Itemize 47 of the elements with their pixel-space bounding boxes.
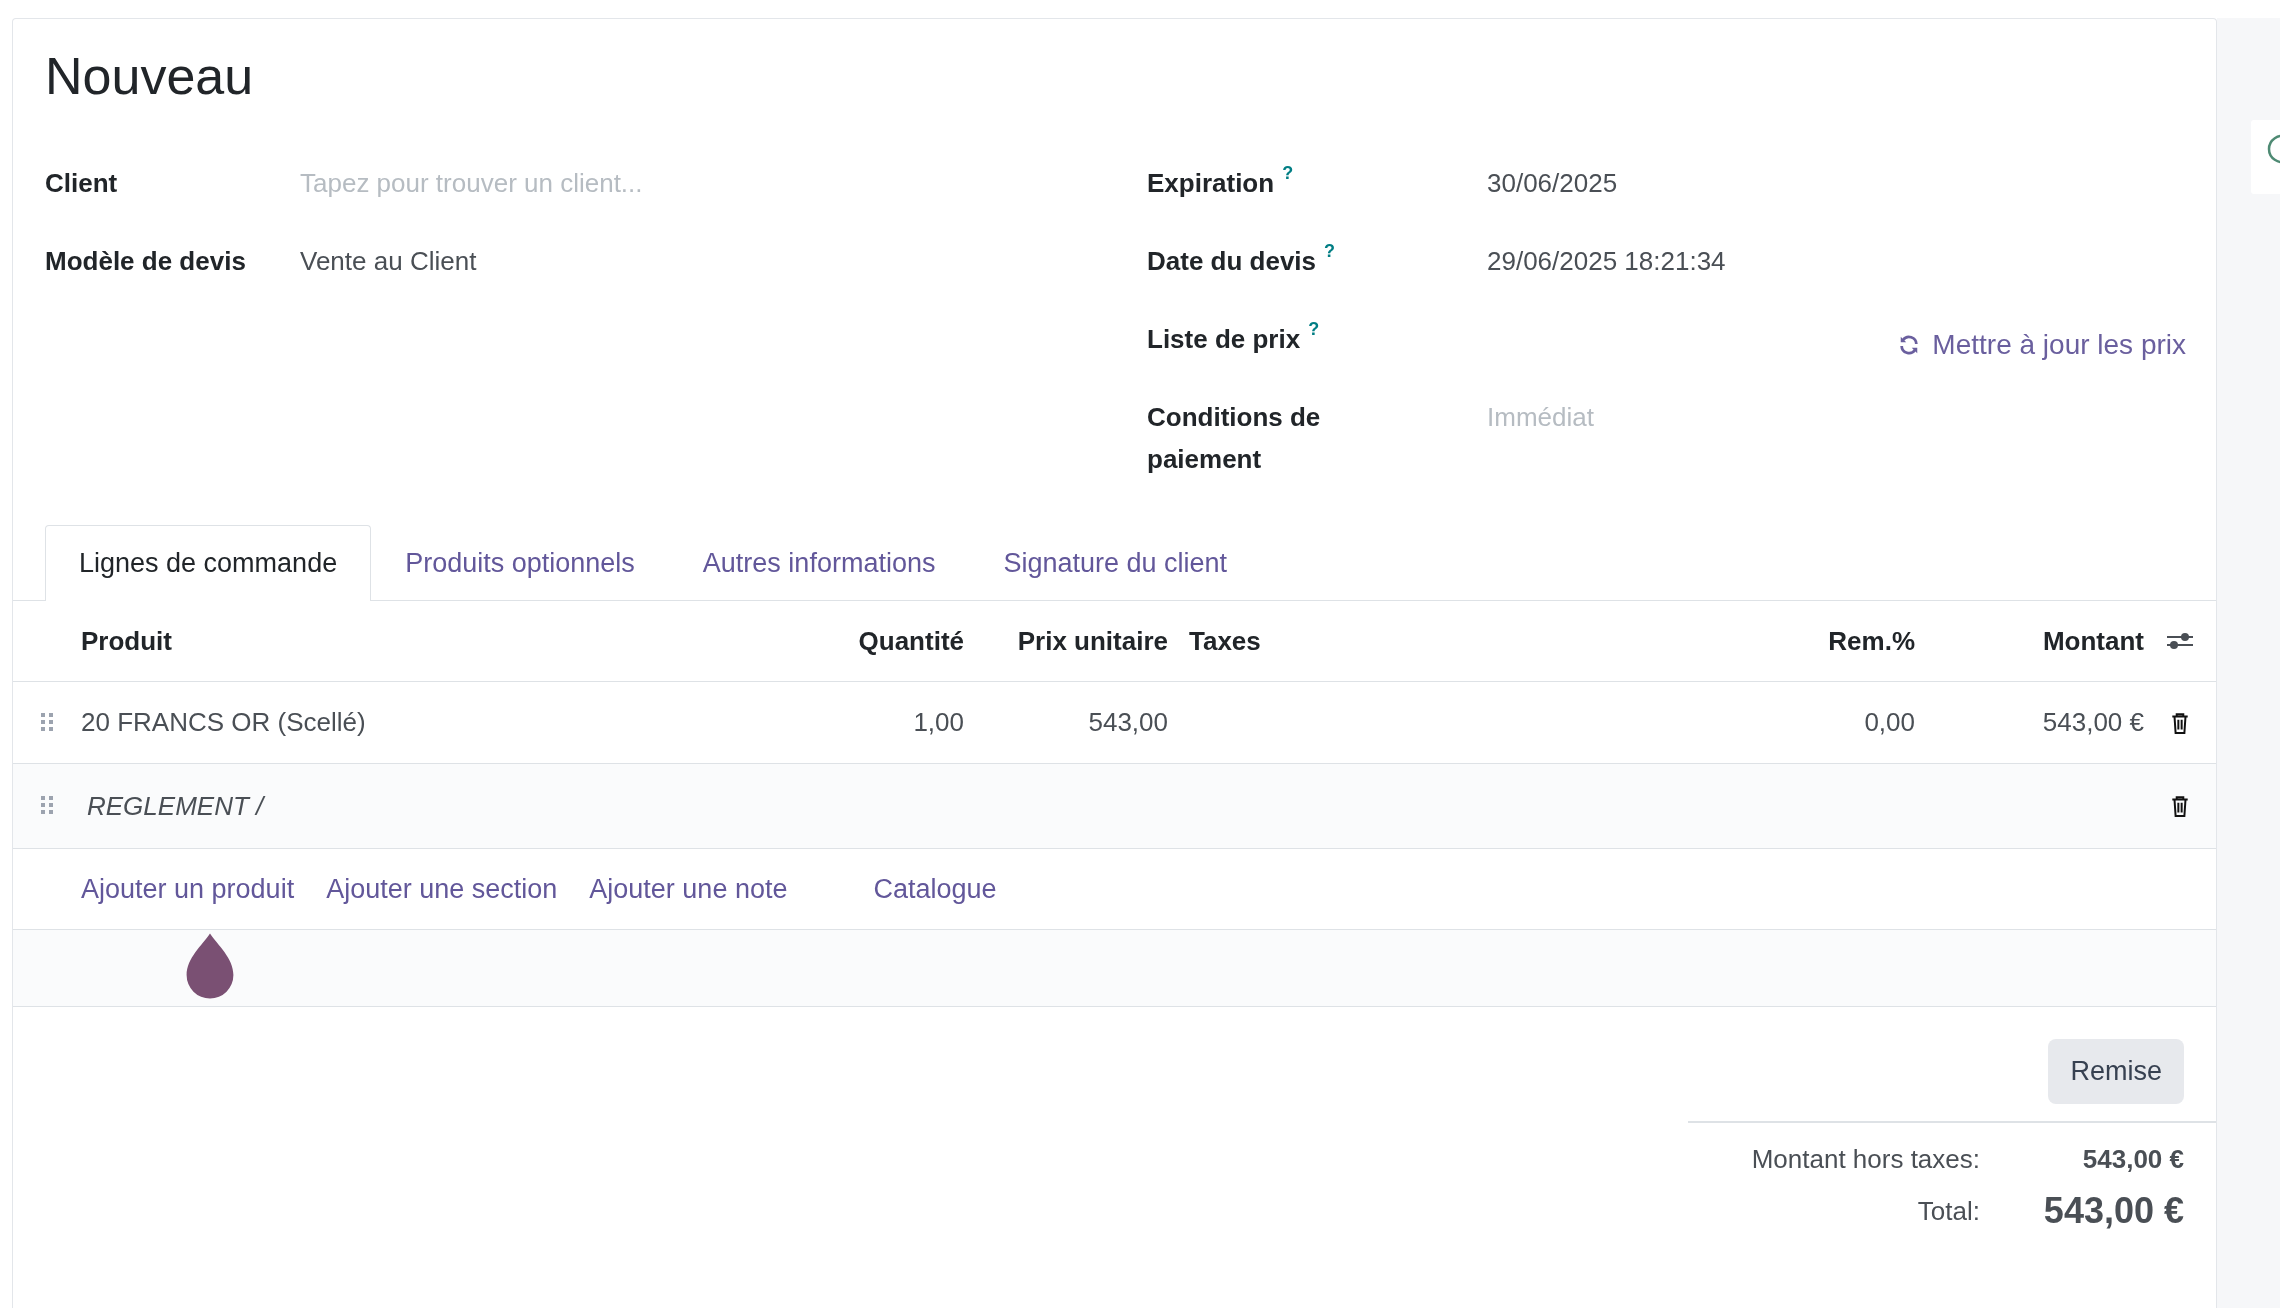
- total-amount: 543,00 €: [2042, 1190, 2184, 1233]
- table-cell-text: 543,00: [1087, 707, 1168, 739]
- help-marker[interactable]: ?: [1282, 164, 1294, 183]
- update-prices-link[interactable]: Mettre à jour les prix: [1898, 324, 2186, 367]
- column-header[interactable]: Rem.%: [1781, 625, 1915, 657]
- table-cell-text: 1,00: [912, 707, 964, 739]
- table-cell-text: 0,00: [1863, 707, 1915, 739]
- field-label: Date du devis: [1147, 245, 1317, 279]
- settings-sliders-icon[interactable]: [2165, 631, 2195, 652]
- column-header[interactable]: Quantité: [846, 625, 964, 657]
- drop-icon: [184, 932, 236, 1001]
- field-value[interactable]: 30/06/2025: [1487, 162, 1618, 205]
- total-amount: 543,00 €: [2081, 1143, 2184, 1175]
- add-line-link[interactable]: Catalogue: [873, 873, 997, 905]
- column-header[interactable]: Prix unitaire: [964, 625, 1168, 657]
- delete-icon[interactable]: [2171, 711, 2189, 734]
- total-label: Total:: [1917, 1195, 1980, 1227]
- client-input-field[interactable]: Tapez pour trouver un client...: [300, 162, 900, 205]
- drag-handle-icon[interactable]: [41, 712, 53, 733]
- add-line-link[interactable]: Ajouter un produit: [81, 873, 295, 905]
- add-line-link[interactable]: Ajouter une note: [589, 873, 788, 905]
- table-cell-text: 543,00 €: [2041, 707, 2144, 739]
- tab[interactable]: Signature du client: [969, 525, 1262, 602]
- field-label: Expiration: [1147, 167, 1275, 201]
- refresh-icon: [1898, 334, 1921, 357]
- note-text: REGLEMENT /: [86, 790, 267, 822]
- column-header[interactable]: Taxes: [1168, 625, 1781, 657]
- help-marker[interactable]: ?: [1324, 242, 1336, 261]
- column-header[interactable]: Produit: [81, 625, 846, 657]
- field-label: Liste de prix: [1147, 323, 1301, 357]
- tab[interactable]: Produits optionnels: [371, 525, 669, 602]
- delete-icon[interactable]: [2171, 795, 2189, 818]
- total-label: Montant hors taxes:: [1751, 1143, 1980, 1175]
- form-title: Nouveau: [44, 46, 255, 107]
- field-label: Client: [45, 167, 119, 201]
- table-cell-text: 20 FRANCS OR (Scellé): [81, 707, 367, 739]
- field-label: Conditions de paiement: [1147, 401, 1322, 477]
- drag-handle-icon[interactable]: [41, 796, 53, 817]
- tab[interactable]: Lignes de commande: [45, 525, 372, 602]
- tab[interactable]: Autres informations: [668, 525, 970, 602]
- field-label: Modèle de devis: [45, 245, 247, 279]
- field-value[interactable]: 29/06/2025 18:21:34: [1487, 240, 1726, 283]
- field-value[interactable]: Vente au Client: [300, 240, 477, 283]
- column-header[interactable]: Montant: [1915, 625, 2144, 657]
- add-line-link[interactable]: Ajouter une section: [326, 873, 558, 905]
- discount-button[interactable]: Remise: [2048, 1039, 2184, 1105]
- help-marker[interactable]: ?: [1308, 320, 1320, 339]
